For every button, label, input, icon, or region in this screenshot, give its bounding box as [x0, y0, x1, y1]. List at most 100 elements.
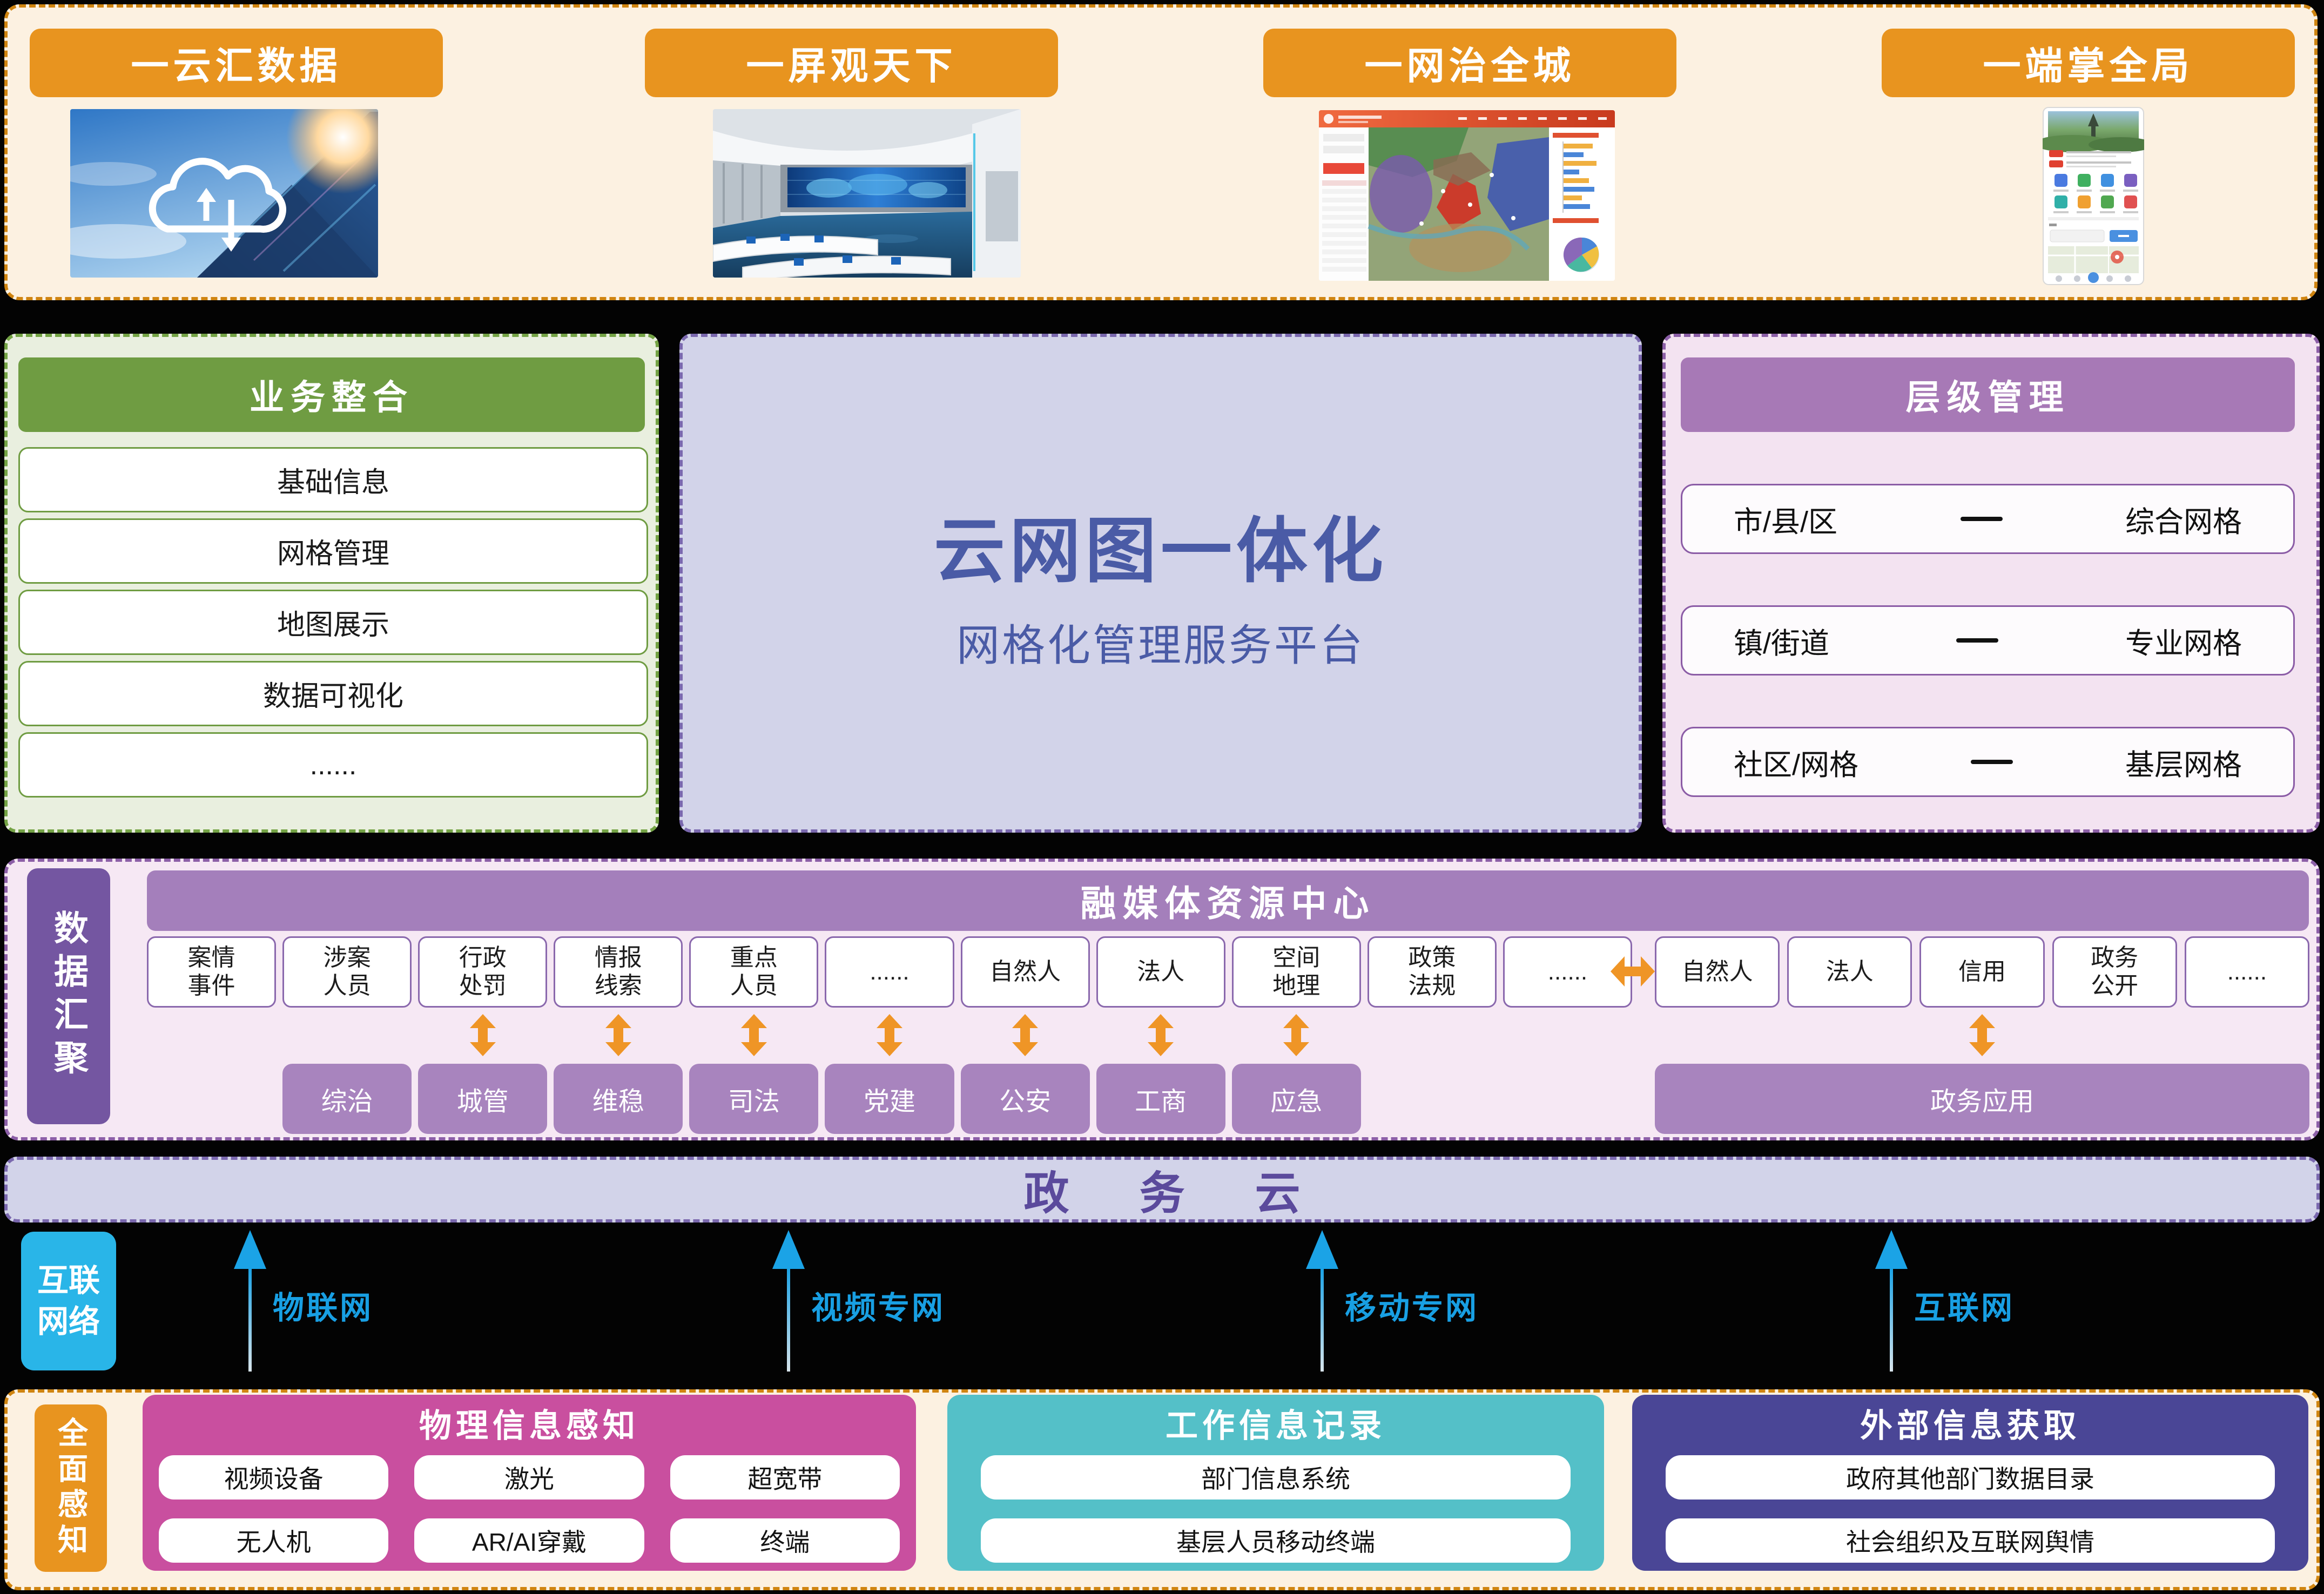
hierarchy-grid: 综合网格: [2125, 505, 2242, 538]
full-sensing-tab: 全面感知: [35, 1404, 107, 1572]
resource-box: 法人: [1787, 936, 1912, 1008]
external-item: 政府其他部门数据目录: [1666, 1455, 2275, 1500]
cloud-computing-photo: [70, 109, 378, 278]
department-box: 城管: [418, 1064, 548, 1134]
up-down-arrow-icon: [877, 1014, 902, 1056]
work-item: 基层人员移动终端: [981, 1518, 1571, 1563]
external-info-title: 外部信息获取: [1860, 1407, 2080, 1444]
work-item: 部门信息系统: [981, 1455, 1571, 1500]
connector-dash: [1960, 517, 2003, 521]
left-right-arrow-icon: [1611, 956, 1655, 987]
connector-dash: [1971, 760, 2013, 764]
department-box: 综治: [282, 1064, 412, 1134]
department-box: 维稳: [554, 1064, 683, 1134]
up-down-arrow-icon: [1012, 1014, 1038, 1056]
government-cloud-label: 政务云: [1023, 1167, 1371, 1219]
network-channel-label: 移动专网: [1345, 1291, 1479, 1326]
hierarchy-level: 镇/街道: [1734, 627, 1830, 660]
resource-box: 重点 人员: [689, 936, 819, 1008]
hierarchy-row: 社区/网格 基层网格: [1681, 727, 2295, 797]
up-down-arrow-icon: [741, 1014, 767, 1056]
hierarchy-level: 社区/网格: [1734, 748, 1859, 781]
resource-box: 空间 地理: [1231, 936, 1361, 1008]
network-tab: 互联 网络: [21, 1232, 116, 1370]
business-integration-panel: 业务整合 基础信息 网格管理 地图展示 数据可视化 ......: [4, 334, 659, 833]
network-channel-label: 互联网: [1914, 1291, 2015, 1326]
up-down-arrow-icon: [1148, 1014, 1174, 1056]
up-down-arrow-icon: [605, 1014, 631, 1056]
resource-box: ......: [825, 936, 954, 1008]
resource-box: 案情 事件: [147, 936, 277, 1008]
resource-box: 政务 公开: [2052, 936, 2177, 1008]
sensing-item: 超宽带: [670, 1455, 900, 1500]
resource-box: 自然人: [1655, 936, 1780, 1008]
top-highlights-panel: 一云汇数据 一屏观天下 一网治全城 一端掌全局: [4, 4, 2318, 300]
external-info-box: 外部信息获取 政府其他部门数据目录 社会组织及互联网舆情: [1632, 1395, 2308, 1571]
department-box: 应急: [1231, 1064, 1361, 1134]
up-down-arrow-icon: [1969, 1014, 1995, 1056]
resource-box: 法人: [1096, 936, 1225, 1008]
up-down-arrow-icon: [470, 1014, 496, 1056]
resource-box: 政策 法规: [1367, 936, 1497, 1008]
external-item: 社会组织及互联网舆情: [1666, 1518, 2275, 1563]
hierarchy-grid: 专业网格: [2125, 627, 2242, 660]
physical-sensing-title: 物理信息感知: [419, 1407, 639, 1444]
department-box: 司法: [689, 1064, 819, 1134]
business-item: 网格管理: [18, 518, 648, 584]
resource-box: 行政 处罚: [418, 936, 548, 1008]
up-arrow-icon: [1305, 1230, 1339, 1372]
resource-box: 涉案 人员: [282, 936, 412, 1008]
business-integration-header: 业务整合: [18, 357, 645, 432]
sensing-item: 终端: [670, 1518, 900, 1563]
up-arrow-icon: [233, 1230, 267, 1372]
business-item: 地图展示: [18, 590, 648, 655]
work-record-title: 工作信息记录: [1166, 1407, 1386, 1444]
architecture-diagram: 一云汇数据 一屏观天下 一网治全城 一端掌全局 业务整合 基础信息 网格管理 地…: [0, 0, 2324, 1594]
network-channel-label: 物联网: [273, 1291, 374, 1326]
sensing-item: AR/AI穿戴: [414, 1518, 644, 1563]
hierarchy-management-panel: 层级管理 市/县/区 综合网格 镇/街道 专业网格 社区/网格 基层网格: [1662, 334, 2320, 833]
hierarchy-level: 市/县/区: [1734, 505, 1838, 538]
physical-sensing-box: 物理信息感知 视频设备 激光 超宽带 无人机 AR/AI穿戴 终端: [143, 1395, 916, 1571]
resource-box: 信用: [1919, 936, 2045, 1008]
platform-title-panel: 云网图一体化 网格化管理服务平台: [679, 334, 1642, 833]
full-sensing-panel: 全面感知 物理信息感知 视频设备 激光 超宽带 无人机 AR/AI穿戴 终端 工…: [4, 1389, 2320, 1590]
department-box: 党建: [825, 1064, 954, 1134]
data-aggregation-panel: 数据汇聚 融媒体资源中心 案情 事件 涉案 人员 行政 处罚 情报 线索 重点 …: [4, 859, 2320, 1140]
banner-one-screen: 一屏观天下: [645, 29, 1058, 97]
hierarchy-row: 市/县/区 综合网格: [1681, 484, 2295, 554]
sensing-item: 无人机: [159, 1518, 389, 1563]
resource-box: 自然人: [960, 936, 1090, 1008]
sensing-item: 视频设备: [159, 1455, 389, 1500]
work-record-box: 工作信息记录 部门信息系统 基层人员移动终端: [947, 1395, 1604, 1571]
mobile-app-screenshot: [2043, 107, 2144, 285]
sensing-item: 激光: [414, 1455, 644, 1500]
control-room-photo: [713, 109, 1021, 278]
right-resource-grid: 自然人 法人 信用 政务 公开 ...... 政务应用: [1655, 936, 2309, 1134]
government-cloud-bar: 政务云: [4, 1157, 2320, 1222]
hierarchy-grid: 基层网格: [2125, 748, 2242, 781]
data-aggregation-tab: 数据汇聚: [27, 868, 110, 1124]
network-channel-label: 视频专网: [811, 1291, 946, 1326]
gis-map-screenshot: [1319, 110, 1615, 281]
business-item: 数据可视化: [18, 661, 648, 726]
hierarchy-row: 镇/街道 专业网格: [1681, 605, 2295, 676]
business-item: ......: [18, 732, 648, 798]
government-apps-box: 政务应用: [1655, 1064, 2309, 1134]
left-resource-grid: 案情 事件 涉案 人员 行政 处罚 情报 线索 重点 人员 ...... 自然人…: [147, 936, 1632, 1134]
department-box: 公安: [960, 1064, 1090, 1134]
connector-dash: [1956, 638, 1998, 643]
hierarchy-header: 层级管理: [1681, 357, 2295, 432]
banner-one-device: 一端掌全局: [1882, 29, 2295, 97]
up-down-arrow-icon: [1283, 1014, 1309, 1056]
resource-box: 情报 线索: [554, 936, 683, 1008]
banner-cloud-data: 一云汇数据: [30, 29, 443, 97]
department-box: 工商: [1096, 1064, 1225, 1134]
platform-subtitle: 网格化管理服务平台: [956, 621, 1365, 670]
banner-one-network: 一网治全城: [1263, 29, 1676, 97]
up-arrow-icon: [771, 1230, 806, 1372]
platform-title: 云网图一体化: [934, 511, 1387, 591]
up-arrow-icon: [1874, 1230, 1909, 1372]
business-item: 基础信息: [18, 447, 648, 512]
media-resource-center-header: 融媒体资源中心: [147, 870, 2309, 931]
